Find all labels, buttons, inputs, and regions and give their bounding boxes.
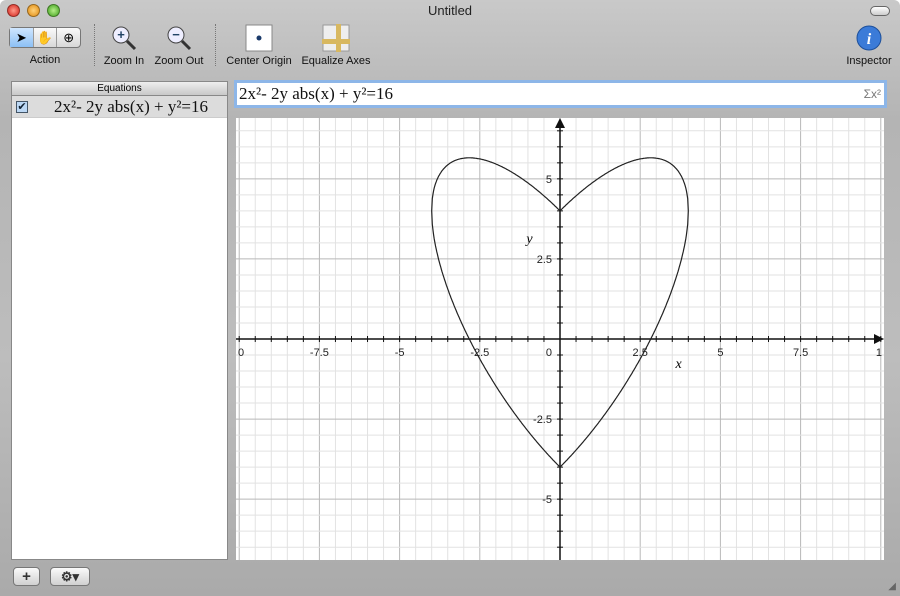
y-tick-label: -2.5 <box>533 414 552 426</box>
inspector-label: Inspector <box>846 55 892 67</box>
info-icon: i <box>856 25 882 51</box>
hand-tool-icon[interactable]: ✋ <box>34 28 58 47</box>
x-tick-label: 0 <box>238 347 244 359</box>
y-axis-label: y <box>524 232 533 247</box>
x-tick-label: 7.5 <box>793 347 808 359</box>
magnify-tool-icon[interactable]: ⊕ <box>57 28 80 47</box>
center-origin-icon <box>245 24 273 52</box>
equalize-axes-button[interactable]: Equalize Axes <box>298 24 374 67</box>
x-tick-label: 5 <box>717 347 723 359</box>
y-tick-label: 5 <box>546 174 552 186</box>
y-tick-label: -5 <box>542 494 552 506</box>
inspector-button[interactable]: i Inspector <box>842 24 896 67</box>
symbol-palette-icon[interactable]: Σx² <box>864 83 881 105</box>
zoom-out-label: Zoom Out <box>154 55 204 67</box>
x-tick-label: -2.5 <box>470 347 489 359</box>
x-tick-label: -5 <box>395 347 405 359</box>
arrow-tool-icon[interactable]: ➤ <box>10 28 34 47</box>
equation-list-item[interactable]: ✔ 2x²- 2y abs(x) + y²=16 <box>12 96 227 118</box>
equalize-axes-label: Equalize Axes <box>301 55 371 67</box>
add-equation-button[interactable]: + <box>13 567 40 586</box>
zoom-out-button[interactable]: − Zoom Out <box>152 24 206 67</box>
equation-text: 2x²- 2y abs(x) + y²=16 <box>54 96 209 116</box>
svg-text:i: i <box>867 31 872 48</box>
equalize-axes-icon <box>322 24 350 52</box>
x-axis-label: x <box>674 357 682 372</box>
zoom-out-icon: − <box>167 26 192 51</box>
equations-header: Equations <box>12 82 227 96</box>
gear-menu-button[interactable]: ⚙▾ <box>50 567 90 586</box>
x-axis-arrow <box>874 334 884 344</box>
equation-value: 2x²- 2y abs(x) + y²=16 <box>239 84 394 103</box>
x-tick-label: 0 <box>546 347 552 359</box>
window: Untitled ➤ ✋ ⊕ Action + Zoom In − Zoom O… <box>0 0 900 596</box>
x-tick-label: -7.5 <box>310 347 329 359</box>
center-origin-button[interactable]: Center Origin <box>222 24 296 67</box>
y-axis-arrow <box>555 118 565 128</box>
y-tick-label: 2.5 <box>537 254 552 266</box>
svg-text:−: − <box>172 27 180 42</box>
x-tick-label: 1 <box>876 347 882 359</box>
graph-canvas[interactable]: 0 -7.5 -5 -2.5 0 2.5 5 7.5 152.5-2.5-5xy <box>236 118 884 560</box>
action-segmented-control[interactable]: ➤ ✋ ⊕ <box>9 27 81 48</box>
action-label: Action <box>29 54 61 66</box>
zoom-in-button[interactable]: + Zoom In <box>100 24 148 67</box>
resize-grip-icon[interactable]: ◢ <box>888 581 896 592</box>
toolbar-toggle-button[interactable] <box>870 6 890 16</box>
equation-checkbox[interactable]: ✔ <box>16 100 28 113</box>
zoom-in-label: Zoom In <box>103 55 145 67</box>
equation-input[interactable]: 2x²- 2y abs(x) + y²=16 Σx² <box>234 80 887 108</box>
equations-panel: Equations ✔ 2x²- 2y abs(x) + y²=16 <box>11 81 228 560</box>
window-title: Untitled <box>427 3 473 18</box>
center-origin-label: Center Origin <box>226 55 292 67</box>
svg-text:+: + <box>117 27 125 42</box>
zoom-in-icon: + <box>112 26 137 51</box>
